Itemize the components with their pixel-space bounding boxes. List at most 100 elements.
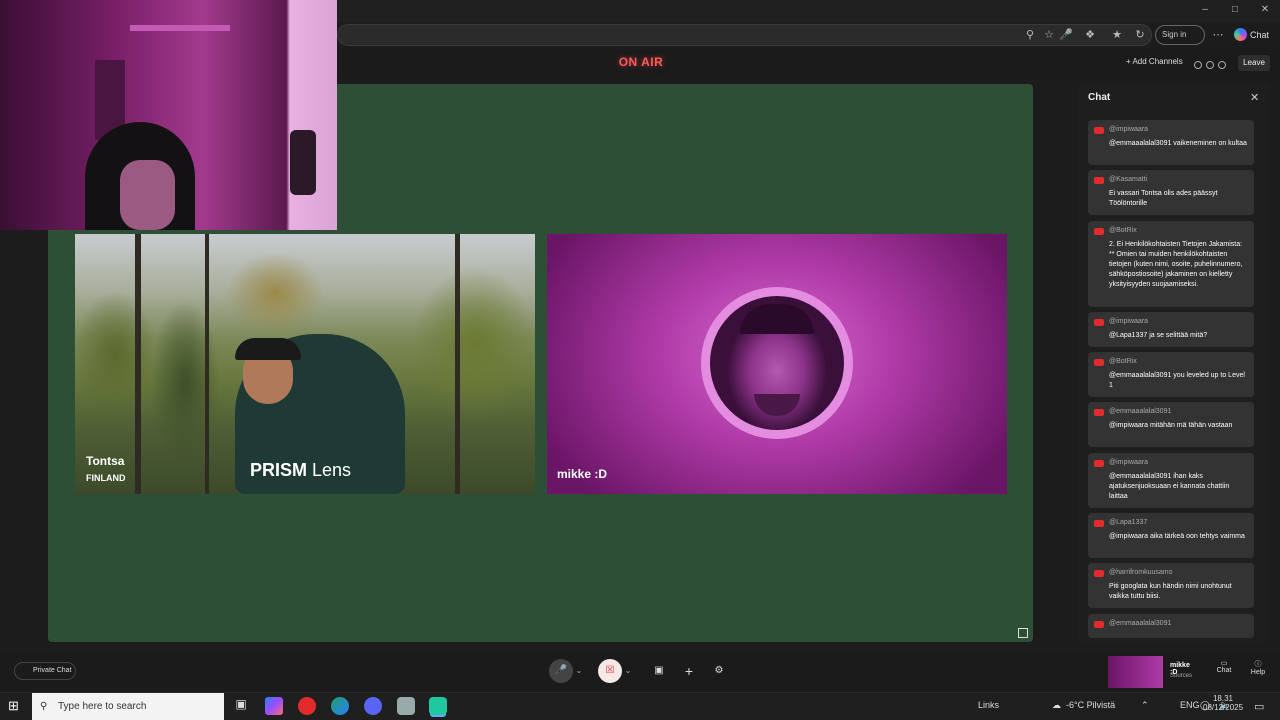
- chat-button[interactable]: ▭ Chat: [1212, 659, 1236, 674]
- favorites-icon[interactable]: ★: [1109, 27, 1125, 43]
- read-aloud-icon[interactable]: 🎤: [1058, 27, 1074, 43]
- security-shield-icon[interactable]: [397, 697, 415, 715]
- participant-tile-tontsa[interactable]: [75, 234, 535, 494]
- participant-name: Tontsa: [86, 454, 125, 468]
- prism-app-icon[interactable]: [429, 697, 447, 715]
- extensions-icon[interactable]: ❖: [1082, 27, 1098, 43]
- chat-text: Piti googlata kun händin nimi unohtunut …: [1109, 583, 1232, 600]
- chat-message: @BotRix @emmaaalalal3091 you leveled up …: [1088, 352, 1254, 397]
- chat-message: @Kasamatti Ei vassari Tontsa olis ades p…: [1088, 170, 1254, 215]
- chat-message: @harrifromkuusamo Piti googlata kun händ…: [1088, 563, 1254, 608]
- youtube-icon: [1094, 460, 1104, 467]
- chat-text: @impiwaara mitähän mä tähän vastaan: [1109, 422, 1233, 429]
- search-icon: ⚲: [40, 701, 48, 712]
- chat-icon: ▭: [1220, 660, 1228, 667]
- chat-message: @impiwaara @Lapa1337 ja se selittää mitä…: [1088, 312, 1254, 347]
- youtube-icon: [1094, 409, 1104, 416]
- chat-title: Chat: [1088, 92, 1111, 103]
- webcam-overlay: [0, 0, 337, 230]
- participant-name: mikke :D: [557, 467, 608, 481]
- youtube-icon: [1094, 520, 1104, 527]
- youtube-icon: [1094, 319, 1104, 326]
- clock-date: 08/12/2025: [1203, 703, 1244, 712]
- youtube-icon: [1094, 621, 1104, 628]
- discord-icon[interactable]: [364, 697, 382, 715]
- chat-message: @emmaaalalal3091: [1088, 614, 1254, 638]
- sign-in-button[interactable]: Sign in: [1155, 25, 1205, 45]
- microphone-icon[interactable]: 🎤: [549, 659, 573, 683]
- opera-icon[interactable]: [298, 697, 316, 715]
- clock[interactable]: 18.31 08/12/2025: [1203, 694, 1243, 712]
- zoom-icon[interactable]: ⚲: [1022, 27, 1038, 43]
- chat-username: @impiwaara: [1109, 126, 1149, 133]
- edge-icon[interactable]: [331, 697, 349, 715]
- channel-icon[interactable]: [1206, 61, 1214, 69]
- close-icon[interactable]: ✕: [1250, 2, 1280, 18]
- weather-text[interactable]: -6°C Pilvistä: [1066, 700, 1115, 710]
- youtube-icon: [1094, 570, 1104, 577]
- chevron-down-icon[interactable]: ⌄: [623, 659, 633, 683]
- tree-trunk: [205, 234, 209, 494]
- help-button[interactable]: ⓘ Help: [1246, 659, 1270, 676]
- chat-username: @BotRix: [1109, 227, 1137, 234]
- person-face: [120, 160, 175, 230]
- chat-text: 2. Ei Henkilökohtaisten Tietojen Jakamis…: [1109, 241, 1243, 288]
- chat-message: @Lapa1337 @impiwaara aika tärkeä oon teh…: [1088, 513, 1254, 558]
- youtube-icon: [1094, 127, 1104, 134]
- kitchen-cabinet: [130, 25, 230, 31]
- camera-off-icon[interactable]: ☒: [598, 659, 622, 683]
- source-subtitle: Sources: [1170, 673, 1193, 679]
- copilot-app-icon[interactable]: [265, 697, 283, 715]
- avatar: [710, 296, 844, 430]
- close-icon[interactable]: ✕: [1250, 91, 1259, 104]
- share-screen-icon[interactable]: ▣: [647, 659, 671, 683]
- headset-icon: [235, 338, 301, 360]
- chat-button-label: Chat: [1216, 667, 1232, 674]
- leave-button[interactable]: Leave: [1238, 55, 1270, 71]
- channel-icon[interactable]: [1194, 61, 1202, 69]
- history-icon[interactable]: ↻: [1132, 27, 1148, 43]
- avatar-hair: [740, 304, 814, 334]
- chat-text: @emmaaalalal3091 you leveled up to Level…: [1109, 372, 1245, 389]
- copilot-icon: [1234, 28, 1247, 41]
- task-view-icon[interactable]: ▣: [232, 697, 250, 715]
- source-thumbnail: [1108, 656, 1163, 688]
- chat-text: @Lapa1337 ja se selittää mitä?: [1109, 332, 1208, 339]
- source-widget[interactable]: mikke :D Sources: [1108, 656, 1198, 688]
- add-channels-button[interactable]: + Add Channels: [1126, 57, 1183, 66]
- weather-icon: ☁: [1052, 700, 1061, 710]
- favorite-star-icon[interactable]: ☆: [1041, 27, 1057, 43]
- tree-trunk: [135, 234, 141, 494]
- youtube-icon: [1094, 177, 1104, 184]
- help-icon: ⓘ: [1254, 661, 1262, 668]
- input-language[interactable]: ENG: [1180, 700, 1200, 710]
- channel-icon[interactable]: [1218, 61, 1226, 69]
- chevron-down-icon[interactable]: ⌄: [574, 659, 584, 683]
- more-menu-icon[interactable]: ⋯: [1210, 27, 1226, 43]
- participant-subtitle: FINLAND: [86, 473, 126, 483]
- links-toolbar[interactable]: Links: [978, 700, 999, 710]
- windows-start-icon[interactable]: ⊞: [8, 699, 22, 713]
- copilot-chat-button[interactable]: Chat: [1234, 25, 1278, 45]
- add-icon[interactable]: +: [677, 659, 701, 683]
- wall-ornament: [290, 130, 316, 195]
- chat-text: @emmaaalalal3091 ihan kaks ajatuksenjuok…: [1109, 473, 1230, 500]
- chat-username: @impiwaara: [1109, 318, 1149, 325]
- chat-message: @emmaaalalal3091 @impiwaara mitähän mä t…: [1088, 402, 1254, 447]
- chat-text: Ei vassari Tontsa olis ades päässyt Tööl…: [1109, 190, 1218, 207]
- settings-gear-icon[interactable]: ⚙: [707, 659, 731, 683]
- notifications-icon[interactable]: ▭: [1254, 700, 1264, 713]
- chat-username: @Kasamatti: [1109, 176, 1148, 183]
- control-bar: [0, 652, 1280, 692]
- taskbar-search[interactable]: ⚲ Type here to search: [32, 693, 224, 720]
- private-chat-button[interactable]: Private Chat: [14, 662, 76, 680]
- youtube-icon: [1094, 228, 1104, 235]
- restore-icon[interactable]: □: [1220, 2, 1250, 18]
- chat-username: @impiwaara: [1109, 459, 1149, 466]
- chat-username: @BotRix: [1109, 358, 1137, 365]
- chat-username: @emmaaalalal3091: [1109, 408, 1172, 415]
- minimize-icon[interactable]: –: [1190, 2, 1220, 18]
- chevron-up-icon[interactable]: ⌃: [1141, 700, 1149, 711]
- fullscreen-icon[interactable]: [1018, 628, 1028, 638]
- chat-text: @impiwaara aika tärkeä oon tehtys vaimma: [1109, 533, 1245, 540]
